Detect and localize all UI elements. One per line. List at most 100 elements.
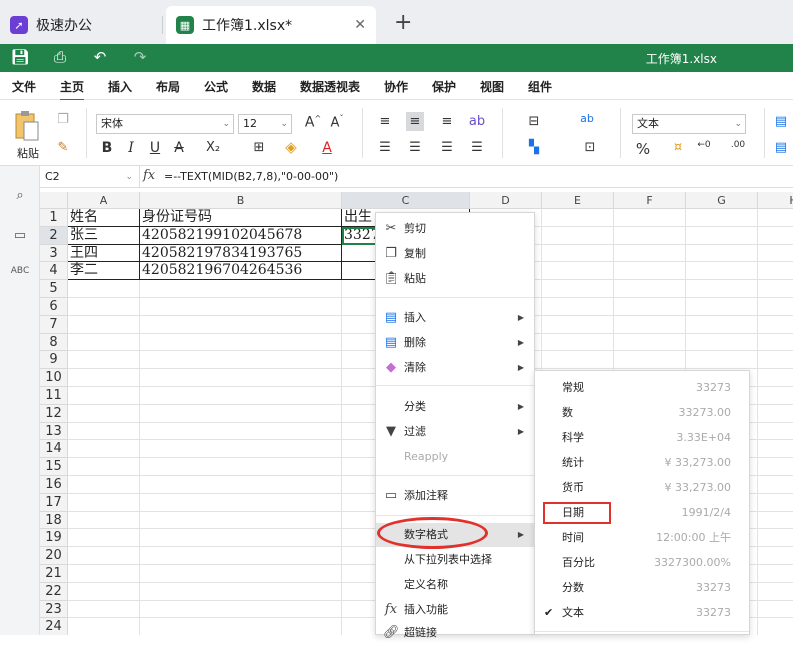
cell-a22[interactable]: [68, 582, 140, 601]
comment-icon[interactable]: ▭: [10, 228, 30, 243]
column-header[interactable]: A: [68, 192, 140, 209]
cell-f7[interactable]: [614, 315, 686, 334]
row-header[interactable]: 2: [40, 226, 68, 245]
delete-rows-icon[interactable]: ▤: [772, 140, 790, 155]
row-header[interactable]: 19: [40, 529, 68, 548]
menu-copy[interactable]: ❐ 复制: [376, 242, 534, 266]
cell-a1[interactable]: 姓名: [68, 209, 140, 227]
format-accounting[interactable]: 统计 ¥ 33,273.00: [535, 450, 749, 475]
align-center-icon[interactable]: ☰: [406, 140, 424, 155]
cell-h11[interactable]: [758, 387, 793, 405]
cell-h13[interactable]: [758, 423, 793, 441]
column-header[interactable]: D: [470, 192, 542, 209]
cell-f6[interactable]: [614, 298, 686, 316]
subscript-button[interactable]: X₂: [200, 140, 226, 155]
copy-icon[interactable]: ❐: [54, 112, 72, 127]
menu-sort[interactable]: 分类 ▶: [376, 395, 534, 419]
cell-b24[interactable]: [140, 618, 342, 635]
cell-g6[interactable]: [686, 298, 758, 316]
cell-a13[interactable]: [68, 422, 140, 441]
menu-home[interactable]: 主页: [60, 78, 85, 101]
format-scientific[interactable]: 科学 3.33E+04: [535, 425, 749, 450]
cell-a6[interactable]: [68, 298, 140, 316]
formula-input[interactable]: =--TEXT(MID(B2,7,8),"0-00-00"): [164, 166, 338, 188]
cell-a5[interactable]: [68, 280, 140, 298]
column-header[interactable]: C: [342, 192, 470, 209]
menu-filter[interactable]: ▼ 过滤 ▶: [376, 420, 534, 444]
cell-b7[interactable]: [140, 315, 342, 334]
undo-icon[interactable]: ↶: [89, 48, 111, 66]
cell-a18[interactable]: [68, 511, 140, 530]
menu-insert[interactable]: ▤ 插入 ▶: [376, 306, 534, 330]
decrease-decimal-icon[interactable]: ←0: [694, 140, 714, 150]
row-header[interactable]: 3: [40, 244, 68, 263]
fill-color-icon[interactable]: ◈: [282, 138, 300, 156]
cell-a15[interactable]: [68, 458, 140, 476]
justify-icon[interactable]: ☰: [468, 140, 486, 155]
row-header[interactable]: 21: [40, 565, 68, 583]
cell-h8[interactable]: [758, 334, 793, 352]
cell-a11[interactable]: [68, 387, 140, 405]
cell-g3[interactable]: [686, 244, 758, 263]
cell-h3[interactable]: [758, 245, 793, 263]
increase-decimal-icon[interactable]: .00: [728, 140, 748, 150]
cell-style-icon[interactable]: ⊟: [522, 114, 546, 129]
row-header[interactable]: 12: [40, 404, 68, 423]
spellcheck-icon[interactable]: ABC: [10, 266, 30, 276]
cell-h14[interactable]: [758, 440, 793, 459]
print-icon[interactable]: ⎙: [49, 48, 71, 66]
row-header[interactable]: 18: [40, 511, 68, 530]
cell-a19[interactable]: [68, 529, 140, 548]
cell-h1[interactable]: [758, 209, 793, 227]
percent-button[interactable]: %: [634, 140, 652, 158]
row-header[interactable]: 20: [40, 547, 68, 565]
font-size-select[interactable]: 12 ⌄: [238, 114, 292, 134]
menu-paste[interactable]: 📋︎ 粘贴: [376, 267, 534, 291]
borders-icon[interactable]: ⊞: [250, 140, 268, 155]
menu-hyperlink[interactable]: 🔗︎ 超链接: [376, 621, 534, 645]
format-number[interactable]: 数 33273.00: [535, 400, 749, 425]
cell-h24[interactable]: [758, 618, 793, 635]
cell-h16[interactable]: [758, 476, 793, 494]
font-name-select[interactable]: 宋体 ⌄: [96, 114, 234, 134]
row-header[interactable]: 1: [40, 209, 68, 227]
row-header[interactable]: 15: [40, 458, 68, 476]
wrap-text-icon[interactable]: ab: [578, 112, 596, 125]
redo-icon[interactable]: ↷: [129, 48, 151, 66]
format-time[interactable]: 时间 12:00:00 上午: [535, 525, 749, 550]
cell-e1[interactable]: [542, 209, 614, 227]
cell-b11[interactable]: [140, 387, 342, 405]
insert-function-icon[interactable]: fx: [143, 168, 155, 183]
cell-e9[interactable]: [542, 351, 614, 370]
font-shrink-button[interactable]: Aˇ: [328, 114, 346, 130]
cell-a2[interactable]: 张三: [68, 226, 140, 245]
format-text[interactable]: ✔ 文本 33273: [535, 600, 749, 625]
cell-b16[interactable]: [140, 476, 342, 494]
menu-pivot[interactable]: 数据透视表: [300, 78, 360, 95]
menu-data[interactable]: 数据: [252, 78, 276, 95]
cell-h15[interactable]: [758, 458, 793, 476]
cell-h10[interactable]: [758, 369, 793, 387]
format-painter-icon[interactable]: ✎: [54, 140, 72, 155]
cell-e6[interactable]: [542, 298, 614, 316]
cell-b10[interactable]: [140, 369, 342, 387]
close-tab-icon[interactable]: ✕: [354, 17, 366, 33]
row-header[interactable]: 23: [40, 600, 68, 619]
align-left-icon[interactable]: ☰: [376, 140, 394, 155]
menu-define-name[interactable]: 定义名称: [376, 573, 534, 597]
strikethrough-button[interactable]: A: [170, 140, 188, 156]
cell-g5[interactable]: [686, 280, 758, 298]
row-header[interactable]: 16: [40, 476, 68, 494]
cell-b13[interactable]: [140, 422, 342, 441]
menu-clear[interactable]: ◆ 清除 ▶: [376, 356, 534, 380]
tab-speed-office[interactable]: ➚ 极速办公: [0, 6, 162, 44]
cell-h9[interactable]: [758, 351, 793, 370]
bold-button[interactable]: B: [98, 140, 116, 156]
row-header[interactable]: 10: [40, 369, 68, 387]
cell-a7[interactable]: [68, 315, 140, 334]
italic-button[interactable]: I: [122, 140, 140, 156]
cell-b22[interactable]: [140, 582, 342, 601]
cell-e3[interactable]: [542, 244, 614, 263]
cell-b20[interactable]: [140, 547, 342, 565]
cell-h17[interactable]: [758, 494, 793, 512]
